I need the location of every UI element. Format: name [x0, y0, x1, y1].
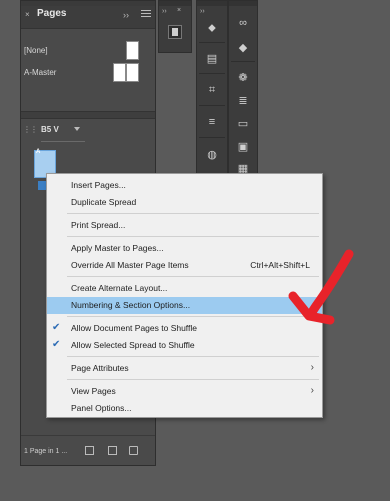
check-icon: ✔	[52, 339, 61, 350]
chevron-right-icon: ›	[310, 362, 314, 373]
master-thumbnail	[126, 41, 139, 60]
separator	[199, 105, 225, 106]
menu-item-view-pages[interactable]: View Pages ›	[47, 383, 322, 400]
stroke-icon[interactable]: ≣	[236, 93, 250, 107]
master-a[interactable]: A-Master	[21, 63, 155, 83]
menu-item-allow-spread-shuffle[interactable]: ✔ Allow Selected Spread to Shuffle	[47, 337, 322, 354]
menu-separator	[67, 236, 319, 237]
menu-item-allow-document-shuffle[interactable]: ✔ Allow Document Pages to Shuffle	[47, 320, 322, 337]
separator	[231, 61, 255, 62]
page-master-marker: A	[36, 149, 41, 155]
panel-footer: 1 Page in 1 ...	[21, 435, 155, 466]
panel-drag-strip[interactable]	[159, 1, 191, 6]
effects-icon[interactable]: ▣	[236, 139, 250, 153]
trash-icon[interactable]	[129, 446, 138, 455]
color-icon[interactable]: ◍	[205, 147, 219, 161]
divider	[41, 141, 85, 142]
collapsed-panel: ›› ×	[158, 0, 192, 53]
master-thumbnail-right	[126, 63, 139, 82]
separator	[199, 73, 225, 74]
menu-separator	[67, 356, 319, 357]
menu-item-label: Insert Pages...	[71, 180, 126, 190]
panel-tab-bar: × Pages ››	[21, 6, 155, 29]
swatches-icon[interactable]: ❁	[236, 70, 250, 84]
separator	[199, 137, 225, 138]
stack-icon[interactable]: ◆	[236, 40, 250, 54]
menu-item-label: Allow Selected Spread to Shuffle	[71, 340, 195, 350]
page-number-badge	[38, 181, 46, 190]
close-icon[interactable]: ×	[177, 7, 181, 14]
red-arrow-annotation	[288, 249, 354, 325]
menu-item-print-spread[interactable]: Print Spread...	[47, 217, 322, 234]
separator	[199, 42, 225, 43]
page-count-status: 1 Page in 1 ...	[24, 448, 68, 455]
grip-icon[interactable]: ⋮⋮	[23, 125, 38, 134]
transform-icon[interactable]: ⌗	[205, 83, 219, 97]
menu-item-label: Print Spread...	[71, 220, 126, 230]
menu-separator	[67, 316, 319, 317]
menu-item-duplicate-spread[interactable]: Duplicate Spread	[47, 194, 322, 211]
tab-pages[interactable]: Pages	[37, 8, 66, 19]
edit-page-size-icon[interactable]	[85, 446, 94, 455]
menu-item-label: Duplicate Spread	[71, 197, 137, 207]
new-page-icon[interactable]	[108, 446, 117, 455]
master-label: A-Master	[24, 68, 57, 77]
menu-separator	[67, 213, 319, 214]
menu-item-override-master-items[interactable]: Override All Master Page Items Ctrl+Alt+…	[47, 257, 322, 274]
menu-item-page-attributes[interactable]: Page Attributes ›	[47, 360, 322, 377]
expand-icon[interactable]: ››	[200, 8, 205, 15]
menu-item-label: Override All Master Page Items	[71, 260, 189, 270]
menu-item-label: View Pages	[71, 386, 116, 396]
menu-item-numbering-section-options[interactable]: Numbering & Section Options...	[47, 297, 322, 314]
menu-item-insert-pages[interactable]: Insert Pages...	[47, 177, 322, 194]
links-icon[interactable]: ⬥	[205, 21, 219, 35]
menu-item-label: Page Attributes	[71, 363, 129, 373]
menu-item-label: Apply Master to Pages...	[71, 243, 164, 253]
pages-icon[interactable]	[168, 25, 182, 39]
paragraph-styles-icon[interactable]: ≡	[205, 115, 219, 129]
link-icon[interactable]: ∞	[236, 16, 250, 30]
panel-dock-column: ›› ⬥ ▤ ⌗ ≡ ◍	[196, 0, 228, 195]
master-divider[interactable]	[21, 111, 155, 119]
panel-drag-strip[interactable]	[197, 1, 227, 6]
collapse-icon[interactable]: ››	[123, 10, 129, 20]
panel-menu-icon[interactable]	[141, 8, 153, 20]
pages-panel-context-menu: Insert Pages... Duplicate Spread Print S…	[46, 173, 323, 418]
menu-item-apply-master[interactable]: Apply Master to Pages...	[47, 240, 322, 257]
menu-separator	[67, 276, 319, 277]
menu-separator	[67, 379, 319, 380]
menu-item-label: Allow Document Pages to Shuffle	[71, 323, 197, 333]
menu-item-panel-options[interactable]: Panel Options...	[47, 400, 322, 417]
menu-item-label: Numbering & Section Options...	[71, 300, 191, 310]
chevron-right-icon: ›	[310, 385, 314, 396]
gradient-icon[interactable]: ▭	[236, 116, 250, 130]
expand-icon[interactable]: ››	[162, 8, 167, 15]
master-none[interactable]: [None]	[21, 41, 155, 61]
chevron-down-icon[interactable]	[73, 125, 82, 134]
panel-drag-strip[interactable]	[229, 1, 257, 6]
menu-item-label: Create Alternate Layout...	[71, 283, 168, 293]
check-icon: ✔	[52, 322, 61, 333]
panel-dock-column: ∞ ◆ ❁ ≣ ▭ ▣ ▦	[228, 0, 258, 195]
master-thumbnail-left	[113, 63, 126, 82]
close-icon[interactable]: ×	[25, 10, 30, 19]
layers-icon[interactable]: ▤	[205, 51, 219, 65]
menu-item-create-alternate-layout[interactable]: Create Alternate Layout...	[47, 280, 322, 297]
master-label: [None]	[24, 46, 48, 55]
menu-item-label: Panel Options...	[71, 403, 132, 413]
page-size-label[interactable]: B5 V	[41, 125, 59, 134]
